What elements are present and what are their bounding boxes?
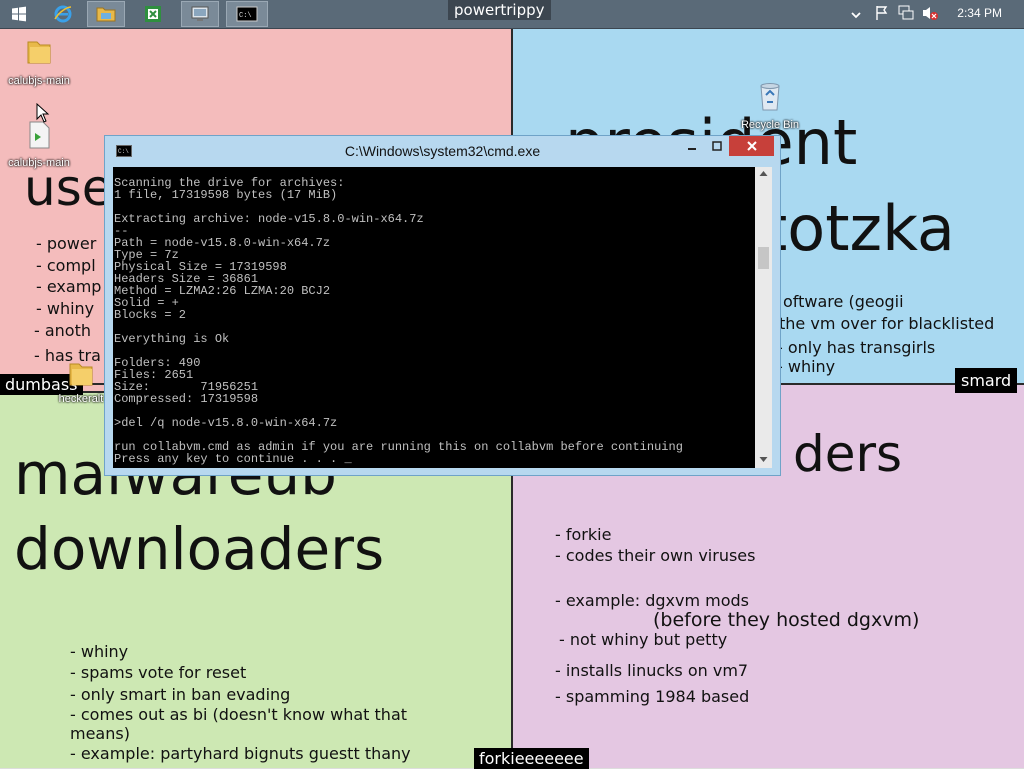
mouse-cursor-icon	[36, 103, 50, 123]
spreadsheet-icon	[145, 6, 161, 22]
windows-logo-icon	[12, 6, 26, 22]
action-center-flag-icon[interactable]	[874, 5, 890, 26]
desktop-icon-calubjs-file[interactable]: calubjs-main	[2, 120, 76, 169]
desktop-icon-calubjs-folder[interactable]: calubjs-main	[2, 36, 76, 87]
quadrant-bullet: - only has transgirls	[777, 338, 936, 357]
file-explorer-icon	[96, 7, 116, 22]
quadrant-bullet: - comes out as bi (doesn't know what tha…	[70, 705, 408, 724]
quadrant-bullet: - example: partyhard bignuts guestt than…	[70, 744, 411, 763]
desktop-icon-label: calubjs-main	[8, 157, 70, 169]
quadrant-bullet: - compl	[36, 256, 96, 275]
quadrant-bullet: - spamming 1984 based	[555, 687, 750, 706]
folder-icon	[69, 363, 93, 386]
quadrant-bullet: the vm over for blacklisted	[779, 314, 995, 333]
maximize-icon	[712, 141, 722, 151]
tray-overflow-chevron-icon[interactable]	[851, 7, 861, 25]
taskbar-cmd[interactable]: C:\	[226, 1, 268, 27]
folder-icon	[27, 41, 51, 64]
start-button[interactable]	[0, 1, 38, 27]
quadrant-title: totzka	[763, 192, 955, 265]
cmd-console-output[interactable]: Scanning the drive for archives: 1 file,…	[113, 167, 755, 468]
scroll-down-arrow-icon[interactable]	[759, 456, 768, 463]
quadrant-bullet: means)	[70, 724, 130, 743]
cmd-window[interactable]: C:\ C:\Windows\system32\cmd.exe Scanning…	[104, 135, 781, 476]
quadrant-bullet: - whiny	[36, 299, 95, 318]
quadrant-bullet: oftware (geogii	[783, 292, 904, 311]
quadrant-bullet: - whiny	[70, 642, 129, 661]
maximize-button[interactable]	[705, 136, 729, 156]
taskbar-device-manager[interactable]	[181, 1, 219, 27]
quadrant-bullet: - spams vote for reset	[70, 663, 247, 682]
file-icon	[29, 121, 50, 149]
svg-text:C:\: C:\	[239, 12, 252, 20]
desktop-icon-label: Recycle Bin	[740, 119, 800, 131]
scroll-up-arrow-icon[interactable]	[759, 170, 768, 177]
taskbar-file-explorer[interactable]	[87, 1, 125, 27]
desktop-icon-recycle-bin[interactable]: Recycle Bin	[733, 80, 807, 131]
quadrant-bullet: - forkie	[555, 525, 612, 544]
taskbar-clock[interactable]: 2:34 PM	[957, 6, 1002, 20]
quadrant-bullet: - example: dgxvm mods	[555, 591, 749, 610]
taskbar-internet-explorer[interactable]	[44, 1, 82, 27]
cmd-scrollbar[interactable]	[755, 167, 772, 468]
minimize-icon	[688, 148, 696, 150]
recycle-bin-icon	[760, 83, 780, 111]
quadrant-title: ders	[793, 425, 903, 483]
label-tag: forkieeeeeee	[474, 748, 589, 769]
quadrant-bullet: - only smart in ban evading	[70, 685, 291, 704]
console-text: Scanning the drive for archives: 1 file,…	[114, 176, 683, 466]
quadrant-bullet: - not whiny but petty	[559, 630, 728, 649]
quadrant-bullet: - power	[36, 234, 97, 253]
volume-muted-icon[interactable]	[921, 5, 939, 26]
network-icon[interactable]	[897, 5, 915, 26]
quadrant-title: use	[24, 159, 113, 217]
label-tag: smard	[955, 368, 1018, 393]
cmd-titlebar[interactable]: C:\ C:\Windows\system32\cmd.exe	[105, 136, 780, 166]
taskbar: C:\ powertrippy 2:34 PM	[0, 0, 1024, 29]
overlay-name-tag: powertrippy	[448, 0, 551, 20]
desktop-icon-label: calubjs-main	[8, 75, 70, 87]
scrollbar-thumb[interactable]	[758, 247, 769, 269]
quadrant-bullet: (before they hosted dgxvm)	[653, 609, 920, 631]
minimize-button[interactable]	[679, 136, 705, 156]
internet-explorer-icon	[54, 5, 72, 23]
quadrant-title: downloaders	[14, 515, 385, 583]
cmd-icon: C:\	[236, 6, 258, 22]
quadrant-bullet: - anoth	[34, 321, 92, 340]
quadrant-bullet: - installs linucks on vm7	[555, 661, 749, 680]
computer-icon	[191, 6, 209, 21]
quadrant-bullet: - examp	[36, 277, 102, 296]
taskbar-task-scheduler[interactable]	[134, 1, 172, 27]
quadrant-bullet: - whiny	[777, 357, 836, 376]
close-button[interactable]	[729, 136, 774, 156]
quadrant-bullet: - codes their own viruses	[555, 546, 756, 565]
close-icon	[746, 141, 757, 151]
